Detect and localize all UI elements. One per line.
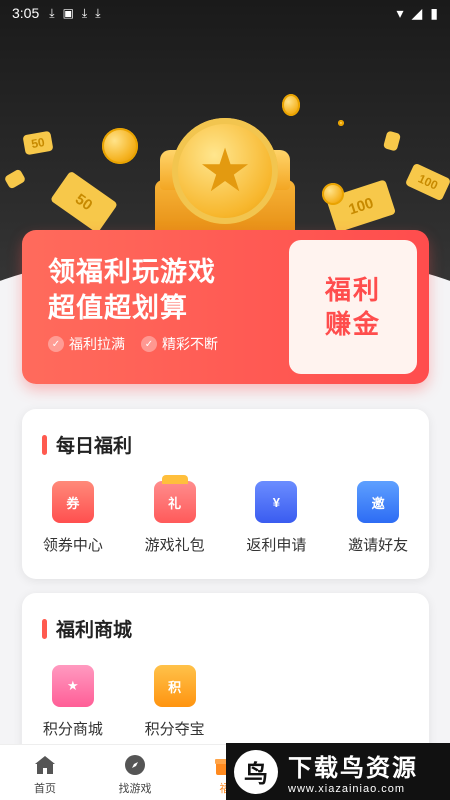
tab-find-games[interactable]: 找游戏: [90, 745, 180, 800]
banner-tag-label: 精彩不断: [162, 336, 218, 352]
rebate-apply-button[interactable]: ¥ 返利申请: [226, 481, 328, 555]
battery-icon: ▮: [430, 4, 438, 21]
star-coin-icon: ★: [172, 118, 278, 224]
gift-icon: 礼: [153, 475, 196, 523]
coupon-center-button[interactable]: 券 领券中心: [22, 481, 124, 555]
banner-tag: ✓ 精彩不断: [141, 334, 218, 354]
daily-welfare-card: 每日福利 券 领券中心 礼 游戏礼包 ¥ 返利申请 邀 邀请好友: [22, 409, 429, 579]
download-icon: ⤓: [81, 5, 88, 20]
banner-tag-label: 福利拉满: [69, 336, 125, 352]
points-mall-button[interactable]: ★ 积分商城: [22, 665, 124, 739]
coupon-icon: 券: [51, 481, 94, 523]
download-icon: ⤓: [95, 5, 101, 20]
download-icon: ⤓: [49, 5, 55, 20]
ticket-decoration: [382, 130, 402, 152]
tab-home[interactable]: 首页: [0, 745, 90, 800]
daily-welfare-title: 每日福利: [56, 436, 133, 457]
banner-tags: ✓ 福利拉满 ✓ 精彩不断: [48, 334, 218, 354]
compass-icon: [122, 753, 148, 777]
site-watermark: 鸟 下载鸟资源 www.xiazainiao.com: [226, 743, 450, 800]
item-label: 领券中心: [42, 537, 103, 554]
item-label: 积分夺宝: [144, 721, 205, 738]
coin-decoration: [102, 128, 138, 164]
banner-tag: ✓ 福利拉满: [48, 334, 125, 354]
wifi-icon: ▾: [396, 4, 404, 21]
check-icon: ✓: [48, 336, 64, 352]
welfare-mall-title: 福利商城: [56, 620, 133, 641]
banner-title-line1: 领福利玩游戏: [48, 257, 216, 287]
coin-decoration: [322, 183, 344, 205]
treasure-icon: 积: [153, 665, 196, 707]
ticket-decoration: 50: [22, 130, 54, 156]
tab-label: 首页: [34, 783, 56, 795]
earn-gold-button[interactable]: 福利赚金: [289, 240, 417, 374]
welfare-banner[interactable]: 领福利玩游戏 超值超划算 ✓ 福利拉满 ✓ 精彩不断 福利赚金: [22, 230, 429, 384]
earn-gold-label: 福利赚金: [324, 275, 381, 339]
item-label: 积分商城: [42, 721, 103, 738]
section-title: 福利商城: [42, 615, 132, 642]
status-time: 3:05: [12, 5, 40, 21]
notification-icon: ▣: [62, 6, 74, 20]
coin-decoration: [338, 120, 344, 126]
watermark-name: 下载鸟资源: [288, 755, 418, 782]
banner-title-line2: 超值超划算: [48, 293, 188, 323]
rebate-icon: ¥: [255, 481, 298, 523]
tab-label: 找游戏: [118, 783, 152, 795]
welfare-mall-card: 福利商城 ★ 积分商城 积 积分夺宝: [22, 593, 429, 763]
item-label: 返利申请: [246, 537, 307, 554]
watermark-url: www.xiazainiao.com: [288, 783, 406, 795]
points-treasure-button[interactable]: 积 积分夺宝: [124, 665, 226, 739]
section-title: 每日福利: [42, 431, 132, 458]
signal-icon: ◢: [411, 4, 423, 21]
bird-logo-icon: 鸟: [234, 749, 278, 794]
item-label: 游戏礼包: [144, 537, 205, 554]
home-icon: [32, 753, 58, 777]
coin-decoration: [282, 94, 300, 116]
invite-icon: 邀: [357, 481, 400, 523]
title-accent-bar: [42, 434, 47, 455]
check-icon: ✓: [141, 336, 157, 352]
invite-friends-button[interactable]: 邀 邀请好友: [327, 481, 429, 555]
game-gift-button[interactable]: 礼 游戏礼包: [124, 475, 226, 555]
ticket-decoration: 100: [404, 162, 450, 202]
ticket-decoration: [3, 168, 27, 190]
mall-bag-icon: ★: [51, 665, 94, 707]
item-label: 邀请好友: [348, 537, 409, 554]
title-accent-bar: [42, 618, 47, 639]
ticket-decoration: 50: [49, 170, 119, 234]
status-bar: 3:05 ⤓ ▣ ⤓ ⤓ ▾ ◢ ▮: [0, 0, 450, 26]
